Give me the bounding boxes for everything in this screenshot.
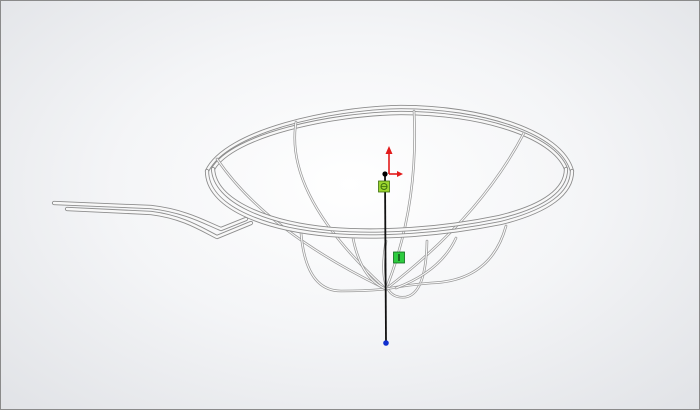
triad-origin-point[interactable] (382, 171, 388, 177)
basket-rim-front[interactable] (204, 166, 575, 239)
triad-y-arrow-icon (385, 146, 393, 154)
graphics-viewport[interactable] (0, 0, 700, 410)
triad-x-arrow-icon (397, 171, 403, 177)
reference-triad[interactable] (382, 146, 403, 177)
basket-handle[interactable] (51, 200, 254, 240)
model-3d-view[interactable] (1, 1, 699, 409)
dimension-handle-icon[interactable] (393, 251, 405, 264)
sketch-point-handle-icon[interactable] (378, 180, 390, 193)
basket-ribs[interactable] (215, 109, 526, 299)
sketch-line[interactable] (384, 174, 387, 344)
sketch-end-point[interactable] (383, 340, 389, 346)
